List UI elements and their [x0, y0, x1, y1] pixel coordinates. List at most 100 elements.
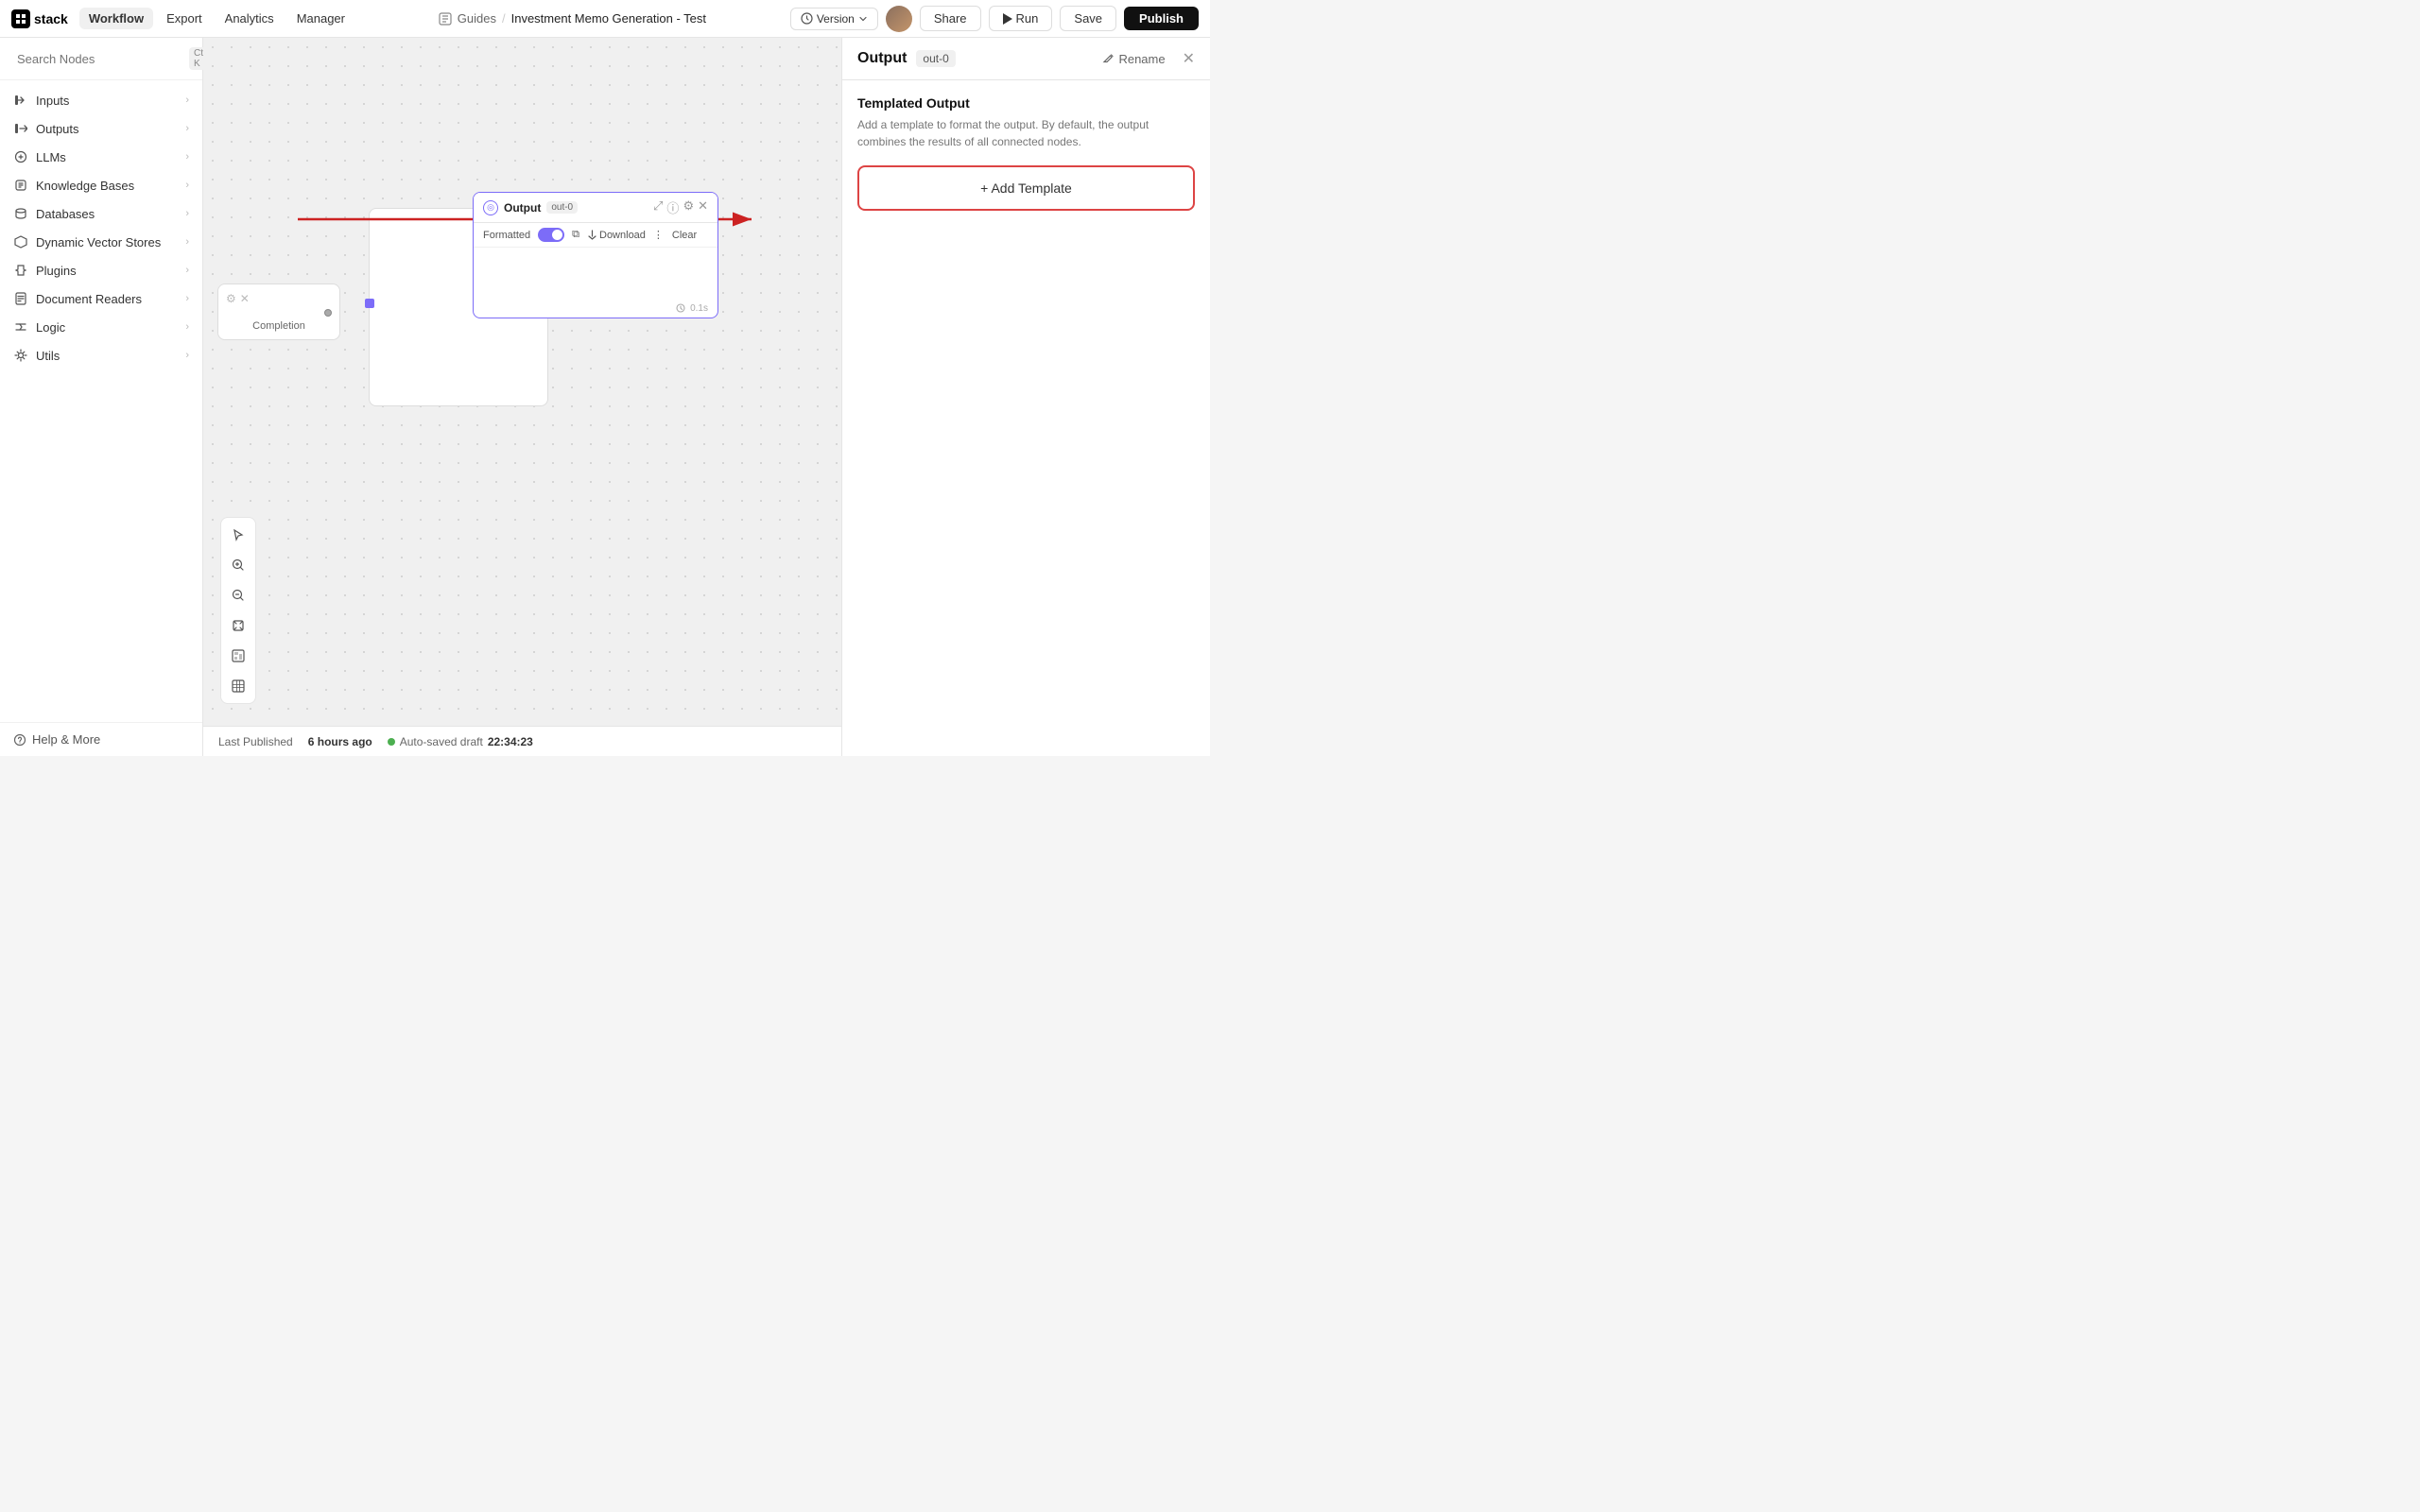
chevron-right-icon: ›	[185, 208, 189, 219]
save-button[interactable]: Save	[1060, 6, 1116, 31]
node-completion[interactable]: ⚙ ✕ Completion	[217, 284, 340, 340]
rename-icon	[1102, 53, 1115, 65]
breadcrumb-folder: Guides	[458, 11, 496, 26]
avatar	[886, 6, 912, 32]
chevron-right-icon: ›	[185, 265, 189, 276]
fit-view-tool[interactable]	[225, 612, 251, 639]
completion-label: Completion	[226, 320, 332, 332]
sidebar-footer-help[interactable]: Help & More	[0, 722, 202, 756]
breadcrumb: Guides / Investment Memo Generation - Te…	[358, 11, 786, 26]
output-close-icon[interactable]: ✕	[698, 198, 708, 216]
logo-icon	[11, 9, 30, 28]
sidebar-item-plugins[interactable]: Plugins ›	[0, 256, 202, 284]
help-icon	[13, 733, 26, 747]
output-node-badge: out-0	[546, 201, 578, 214]
plugins-icon	[13, 263, 28, 278]
sidebar-item-document-readers[interactable]: Document Readers ›	[0, 284, 202, 313]
run-button[interactable]: Run	[989, 6, 1053, 31]
tab-export[interactable]: Export	[157, 8, 212, 29]
right-panel-badge: out-0	[916, 50, 955, 67]
tab-manager[interactable]: Manager	[287, 8, 354, 29]
sidebar-items: Inputs › Outputs › LLMs ›	[0, 80, 202, 722]
chevron-right-icon: ›	[185, 321, 189, 333]
chevron-right-icon: ›	[185, 350, 189, 361]
sidebar-item-utils[interactable]: Utils ›	[0, 341, 202, 369]
chevron-right-icon: ›	[185, 151, 189, 163]
node-output[interactable]: ◎ Output out-0 ⤢ ⓘ ⚙ ✕ Formatted ⧉ Do	[473, 192, 718, 318]
inputs-icon	[13, 93, 28, 108]
tab-analytics[interactable]: Analytics	[216, 8, 284, 29]
share-button[interactable]: Share	[920, 6, 981, 31]
tab-workflow[interactable]: Workflow	[79, 8, 153, 29]
logo-text: stack	[34, 11, 68, 26]
outputs-icon	[13, 121, 28, 136]
right-panel-close-button[interactable]: ✕	[1183, 49, 1195, 68]
sidebar-item-dynamic-vector-stores[interactable]: Dynamic Vector Stores ›	[0, 228, 202, 256]
breadcrumb-title: Investment Memo Generation - Test	[511, 11, 706, 26]
more-options-icon[interactable]: ⋮	[653, 229, 665, 241]
sidebar-item-outputs[interactable]: Outputs ›	[0, 114, 202, 143]
grid-tool[interactable]	[225, 673, 251, 699]
section-description: Add a template to format the output. By …	[857, 116, 1195, 150]
output-node-title: Output	[504, 201, 541, 215]
last-published-label: Last Published	[218, 735, 293, 748]
rename-button[interactable]: Rename	[1102, 52, 1165, 66]
output-body	[474, 248, 717, 300]
right-panel-body: Templated Output Add a template to forma…	[842, 80, 1210, 756]
dynamic-vector-stores-icon	[13, 234, 28, 249]
knowledge-bases-icon	[13, 178, 28, 193]
logo: stack	[11, 9, 68, 28]
pointer-tool[interactable]	[225, 522, 251, 548]
zoom-in-tool[interactable]	[225, 552, 251, 578]
chevron-right-icon: ›	[185, 236, 189, 248]
output-expand-icon[interactable]: ⤢	[653, 198, 663, 216]
chevron-right-icon: ›	[185, 293, 189, 304]
main-layout: Ctrl K Inputs › Outputs ›	[0, 38, 1210, 756]
copy-icon[interactable]: ⧉	[572, 229, 579, 241]
completion-close-icon[interactable]: ✕	[240, 292, 250, 305]
right-panel: Output out-0 Rename ✕ Templated Output A…	[841, 38, 1210, 756]
section-title: Templated Output	[857, 95, 1195, 111]
output-node-icon: ◎	[483, 200, 498, 215]
completion-output-port	[324, 309, 332, 317]
chevron-right-icon: ›	[185, 180, 189, 191]
output-timer: 0.1s	[676, 303, 708, 314]
output-node-actions: ⤢ ⓘ ⚙ ✕	[653, 198, 708, 216]
formatted-label: Formatted	[483, 230, 530, 241]
input-block-port	[365, 299, 374, 308]
search-box: Ctrl K	[0, 38, 202, 80]
document-readers-icon	[13, 291, 28, 306]
download-action[interactable]: Download	[587, 230, 646, 241]
add-template-button[interactable]: + Add Template	[857, 165, 1195, 211]
right-panel-header: Output out-0 Rename ✕	[842, 38, 1210, 80]
chevron-right-icon: ›	[185, 123, 189, 134]
autosaved-dot	[388, 738, 395, 746]
sidebar-item-llms[interactable]: LLMs ›	[0, 143, 202, 171]
formatted-toggle[interactable]	[538, 228, 564, 242]
statusbar: Last Published 6 hours ago Auto-saved dr…	[203, 726, 841, 756]
autosaved-status: Auto-saved draft 22:34:23	[388, 735, 533, 748]
search-input[interactable]	[17, 52, 183, 66]
chevron-right-icon: ›	[185, 94, 189, 106]
output-settings-icon[interactable]: ⚙	[683, 198, 694, 216]
right-panel-title: Output	[857, 50, 907, 67]
version-button[interactable]: Version	[790, 8, 878, 30]
utils-icon	[13, 348, 28, 363]
output-info-icon[interactable]: ⓘ	[666, 198, 679, 216]
node-completion-actions: ⚙ ✕	[226, 292, 250, 305]
llms-icon	[13, 149, 28, 164]
zoom-out-tool[interactable]	[225, 582, 251, 609]
last-published-time: 6 hours ago	[308, 735, 372, 748]
clear-action[interactable]: Clear	[672, 230, 697, 241]
minimap-tool[interactable]	[225, 643, 251, 669]
completion-settings-icon[interactable]: ⚙	[226, 292, 236, 305]
sidebar-item-logic[interactable]: Logic ›	[0, 313, 202, 341]
canvas-tools	[220, 517, 256, 704]
nav-right: Version Share Run Save Publish	[790, 6, 1199, 32]
sidebar-item-databases[interactable]: Databases ›	[0, 199, 202, 228]
topnav: stack Workflow Export Analytics Manager …	[0, 0, 1210, 38]
publish-button[interactable]: Publish	[1124, 7, 1199, 30]
sidebar-item-knowledge-bases[interactable]: Knowledge Bases ›	[0, 171, 202, 199]
canvas[interactable]: ⚙ ✕ Completion ◎	[203, 38, 841, 756]
sidebar-item-inputs[interactable]: Inputs ›	[0, 86, 202, 114]
